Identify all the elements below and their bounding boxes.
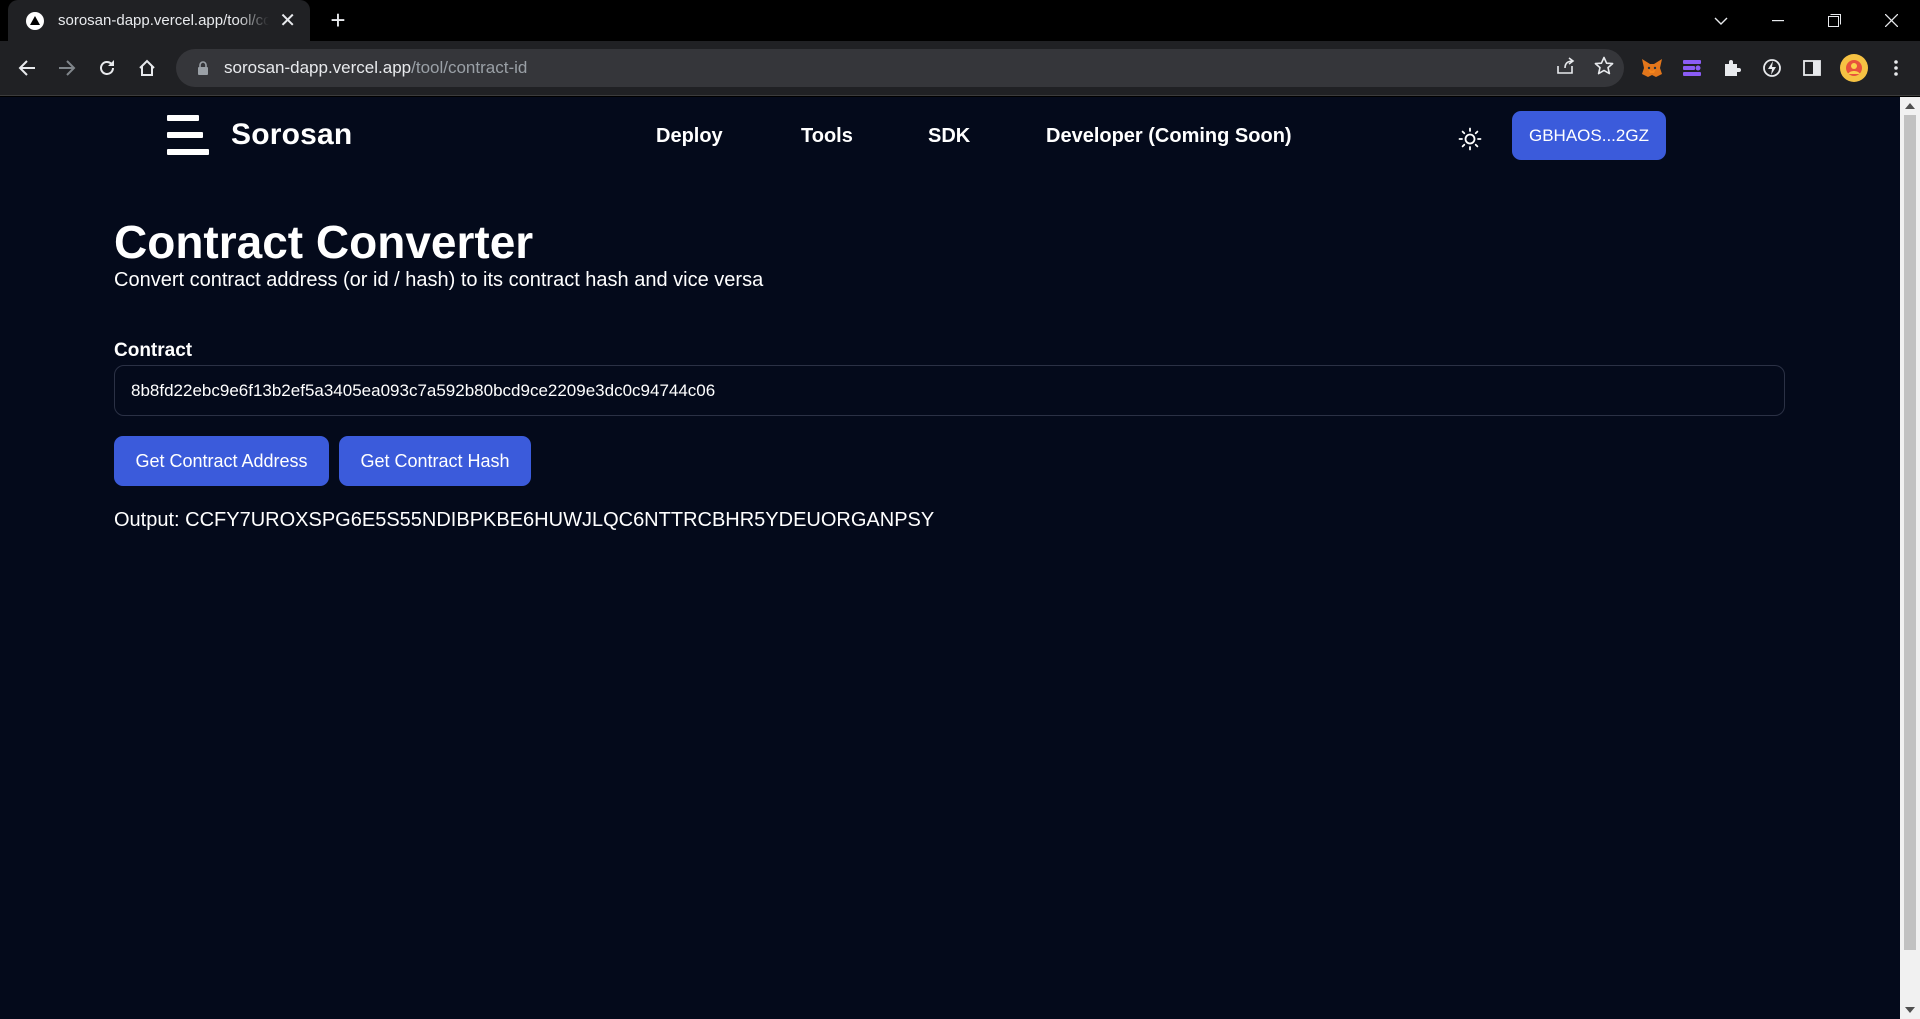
tab-search-icon[interactable] [1692, 0, 1749, 41]
restore-icon[interactable] [1806, 0, 1863, 41]
share-icon[interactable] [1556, 56, 1576, 80]
browser-tab[interactable]: sorosan-dapp.vercel.app/tool/contract-id… [8, 0, 310, 41]
nav-item-deploy[interactable]: Deploy [656, 125, 723, 148]
page-subtitle: Convert contract address (or id / hash) … [114, 269, 764, 291]
tab-title: sorosan-dapp.vercel.app/tool/contract-id [58, 12, 270, 29]
browser-toolbar: sorosan-dapp.vercel.app/tool/contract-id [0, 41, 1920, 96]
scroll-up-arrow-icon[interactable] [1905, 103, 1915, 109]
scroll-thumb[interactable] [1904, 115, 1916, 950]
reload-icon[interactable] [92, 53, 122, 83]
window-controls [1692, 0, 1920, 41]
vercel-favicon-icon [26, 11, 44, 30]
home-icon[interactable] [132, 53, 162, 83]
get-contract-address-button[interactable]: Get Contract Address [114, 436, 329, 486]
nav-item-developer[interactable]: Developer (Coming Soon) [1046, 125, 1292, 148]
page-content: Sorosan Deploy Tools SDK Developer (Comi… [0, 97, 1900, 1019]
lock-icon [198, 61, 208, 75]
url-host: sorosan-dapp.vercel.app [224, 58, 412, 77]
profile-avatar[interactable] [1840, 54, 1868, 82]
address-bar[interactable]: sorosan-dapp.vercel.app/tool/contract-id [176, 49, 1624, 87]
minimize-icon[interactable] [1749, 0, 1806, 41]
scroll-down-arrow-icon[interactable] [1905, 1007, 1915, 1013]
url-text: sorosan-dapp.vercel.app/tool/contract-id [224, 58, 527, 78]
get-contract-hash-button[interactable]: Get Contract Hash [339, 436, 531, 486]
close-window-icon[interactable] [1863, 0, 1920, 41]
back-icon[interactable] [12, 53, 42, 83]
wallet-address-button[interactable]: GBHAOS...2GZ [1512, 111, 1666, 160]
browser-tab-bar: sorosan-dapp.vercel.app/tool/contract-id… [0, 0, 1920, 41]
nav-item-sdk[interactable]: SDK [928, 125, 970, 148]
contract-field-label: Contract [114, 340, 193, 361]
page-title: Contract Converter [114, 216, 534, 268]
side-panel-icon[interactable] [1800, 56, 1824, 80]
forward-icon[interactable] [52, 53, 82, 83]
nav-item-tools[interactable]: Tools [801, 125, 853, 148]
sun-theme-toggle-icon[interactable] [1455, 124, 1485, 154]
bookmark-star-icon[interactable] [1594, 56, 1614, 81]
metamask-fox-icon[interactable] [1640, 56, 1664, 80]
contract-input[interactable] [114, 365, 1785, 416]
browser-menu-icon[interactable] [1884, 56, 1908, 80]
page-scrollbar[interactable] [1900, 97, 1920, 1019]
site-header: Sorosan Deploy Tools SDK Developer (Comi… [0, 97, 1900, 175]
url-path: /tool/contract-id [411, 58, 528, 77]
new-tab-icon[interactable]: + [324, 6, 352, 34]
performance-icon[interactable] [1760, 56, 1784, 80]
wallet-extension-icon[interactable] [1680, 56, 1704, 80]
extensions-puzzle-icon[interactable] [1720, 56, 1744, 80]
extensions-row [1640, 53, 1908, 83]
output-text: Output: CCFY7UROXSPG6E5S55NDIBPKBE6HUWJL… [114, 509, 935, 531]
tab-close-icon[interactable]: ✕ [279, 11, 296, 31]
